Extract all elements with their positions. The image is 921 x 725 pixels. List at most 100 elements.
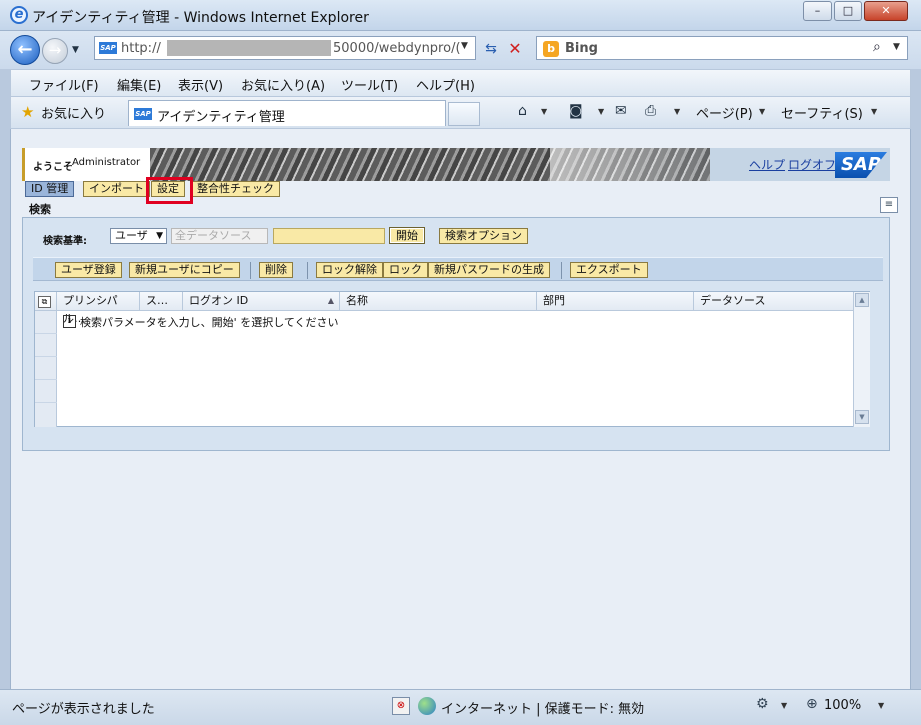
refresh-icon[interactable]: ⇆ bbox=[480, 38, 502, 60]
select-all-icon[interactable]: ⧉ bbox=[38, 296, 51, 308]
history-dropdown-icon[interactable]: ▼ bbox=[72, 45, 79, 55]
menu-favorites[interactable]: お気に入り(A) bbox=[241, 75, 325, 94]
new-tab-button[interactable] bbox=[448, 102, 480, 126]
banner-highlight bbox=[550, 148, 710, 181]
browser-tab[interactable]: SAP アイデンティティ管理 bbox=[128, 100, 446, 126]
favorites-bar: ★ お気に入り SAP アイデンティティ管理 ⌂ ▼ ◙ ▼ ✉ ⎙ ▼ ページ… bbox=[10, 97, 911, 129]
column-header-logon-id[interactable]: ログオン ID ▲ bbox=[183, 292, 340, 311]
favorites-button[interactable]: お気に入り bbox=[41, 103, 106, 122]
search-dropdown-icon[interactable]: ▼ bbox=[893, 42, 900, 52]
start-button[interactable]: 開始 bbox=[389, 227, 425, 244]
address-row: ← → ▼ SAP http:// 50000/webdynpro/( ▼ ⇆ … bbox=[0, 31, 921, 69]
unlock-button[interactable]: ロック解除 bbox=[316, 262, 383, 278]
mail-icon[interactable]: ✉ bbox=[615, 103, 627, 119]
search-type-select[interactable]: ユーザ ▼ bbox=[110, 228, 167, 244]
scroll-down-icon[interactable]: ▼ bbox=[855, 410, 869, 424]
menu-bar: ファイル(F) 編集(E) 表示(V) お気に入り(A) ツール(T) ヘルプ(… bbox=[10, 69, 911, 97]
help-link[interactable]: ヘルプ bbox=[749, 156, 785, 173]
menu-edit[interactable]: 編集(E) bbox=[117, 75, 161, 94]
search-input[interactable] bbox=[273, 228, 385, 244]
table-header: ⧉ プリンシパル… ス… ログオン ID ▲ 名称 部門 データソース bbox=[35, 292, 853, 325]
sort-ascending-icon: ▲ bbox=[327, 296, 334, 305]
page-dropdown-icon[interactable]: ▼ bbox=[759, 107, 765, 116]
column-header-department[interactable]: 部門 bbox=[537, 292, 694, 311]
header-banner-image bbox=[150, 148, 710, 181]
column-header-name[interactable]: 名称 bbox=[340, 292, 537, 311]
maximize-button[interactable]: □ bbox=[834, 1, 862, 21]
search-provider: Bing bbox=[565, 41, 598, 56]
safety-dropdown-icon[interactable]: ▼ bbox=[871, 107, 877, 116]
minimize-button[interactable]: – bbox=[803, 1, 832, 21]
feeds-icon[interactable]: ◙ bbox=[569, 103, 583, 119]
protected-dropdown-icon[interactable]: ▼ bbox=[781, 701, 787, 710]
status-bar: ページが表示されました ⊗ インターネット | 保護モード: 無効 ⚙ ▼ ⊕ … bbox=[0, 689, 921, 725]
stop-icon[interactable]: ✕ bbox=[504, 38, 526, 60]
security-zone-text[interactable]: インターネット | 保護モード: 無効 bbox=[441, 698, 644, 717]
column-header-datasource[interactable]: データソース bbox=[694, 292, 853, 311]
search-type-value: ユーザ bbox=[115, 229, 148, 242]
search-bar[interactable]: b Bing ⌕ ▼ bbox=[536, 36, 908, 60]
datasource-select[interactable]: 全データソース bbox=[171, 228, 268, 244]
lock-button[interactable]: ロック bbox=[383, 262, 428, 278]
user-toolbar: ユーザ登録 新規ユーザにコピー 削除 ロック解除 ロック 新規パスワードの生成 … bbox=[33, 257, 883, 281]
protected-mode-icon[interactable]: ⚙ bbox=[756, 696, 769, 712]
menu-file[interactable]: ファイル(F) bbox=[29, 75, 99, 94]
tab-import[interactable]: インポート bbox=[83, 181, 150, 197]
print-dropdown-icon[interactable]: ▼ bbox=[674, 107, 680, 116]
page-menu[interactable]: ページ(P) bbox=[696, 103, 753, 122]
user-table: ⧉ プリンシパル… ス… ログオン ID ▲ 名称 部門 データソース i 検索… bbox=[34, 291, 870, 427]
generate-password-button[interactable]: 新規パスワードの生成 bbox=[428, 262, 550, 278]
forward-button[interactable]: → bbox=[42, 38, 68, 64]
print-icon[interactable]: ⎙ bbox=[645, 103, 656, 119]
chevron-down-icon: ▼ bbox=[156, 231, 163, 241]
toolbar-separator bbox=[250, 262, 251, 279]
search-icon[interactable]: ⌕ bbox=[873, 39, 881, 55]
toolbar-separator bbox=[307, 262, 308, 279]
column-header-principal[interactable]: プリンシパル… bbox=[57, 292, 140, 325]
zoom-dropdown-icon[interactable]: ▼ bbox=[878, 701, 884, 710]
address-dropdown-icon[interactable]: ▼ bbox=[461, 41, 468, 51]
register-user-button[interactable]: ユーザ登録 bbox=[55, 262, 122, 278]
toolbar-separator bbox=[561, 262, 562, 279]
url-suffix: 50000/webdynpro/( bbox=[333, 41, 461, 56]
close-button[interactable]: ✕ bbox=[864, 1, 908, 21]
select-all-cell[interactable]: ⧉ bbox=[35, 292, 57, 311]
favorites-star-icon[interactable]: ★ bbox=[21, 103, 34, 121]
ie-logo-icon: e bbox=[10, 6, 28, 24]
blocked-content-icon[interactable]: ⊗ bbox=[392, 697, 410, 715]
search-criteria-label: 検索基準: bbox=[43, 236, 87, 247]
delete-button[interactable]: 削除 bbox=[259, 262, 293, 278]
search-panel: 検索基準: ユーザ ▼ 全データソース 開始 検索オプション ユーザ登録 新規ユ… bbox=[22, 217, 890, 451]
tab-title: アイデンティティ管理 bbox=[157, 110, 285, 125]
search-options-button[interactable]: 検索オプション bbox=[439, 228, 528, 244]
menu-tools[interactable]: ツール(T) bbox=[341, 75, 398, 94]
page-menu-icon[interactable]: ≡ bbox=[880, 197, 898, 213]
zoom-level[interactable]: 100% bbox=[824, 698, 861, 713]
url-prefix: http:// bbox=[121, 41, 161, 56]
safety-menu[interactable]: セーフティ(S) bbox=[781, 103, 863, 122]
logoff-link[interactable]: ログオフ bbox=[788, 156, 836, 173]
address-bar[interactable]: SAP http:// 50000/webdynpro/( ▼ bbox=[94, 36, 476, 60]
menu-help[interactable]: ヘルプ(H) bbox=[416, 75, 475, 94]
feeds-dropdown-icon[interactable]: ▼ bbox=[598, 107, 604, 116]
globe-icon bbox=[418, 697, 436, 715]
menu-view[interactable]: 表示(V) bbox=[178, 75, 223, 94]
back-button[interactable]: ← bbox=[10, 35, 40, 65]
section-title: 検索 bbox=[29, 203, 51, 216]
zoom-icon[interactable]: ⊕ bbox=[806, 696, 818, 712]
row-selector-column bbox=[35, 311, 57, 427]
user-name: Administrator bbox=[72, 157, 141, 168]
export-button[interactable]: エクスポート bbox=[570, 262, 648, 278]
tab-consistency-check[interactable]: 整合性チェック bbox=[191, 181, 280, 197]
welcome-label: ようこそ bbox=[33, 162, 73, 173]
url-redacted bbox=[167, 40, 331, 56]
tab-id-management[interactable]: ID 管理 bbox=[25, 181, 75, 197]
bing-icon: b bbox=[543, 41, 559, 57]
home-icon[interactable]: ⌂ bbox=[518, 103, 527, 119]
column-header-status[interactable]: ス… bbox=[140, 292, 183, 311]
home-dropdown-icon[interactable]: ▼ bbox=[541, 107, 547, 116]
scroll-up-icon[interactable]: ▲ bbox=[855, 293, 869, 307]
vertical-scrollbar[interactable]: ▲ ▼ bbox=[853, 292, 870, 427]
page-content: ようこそ Administrator ヘルプ ログオフ SAP ID 管理 イン… bbox=[10, 129, 911, 689]
copy-to-new-user-button[interactable]: 新規ユーザにコピー bbox=[129, 262, 240, 278]
